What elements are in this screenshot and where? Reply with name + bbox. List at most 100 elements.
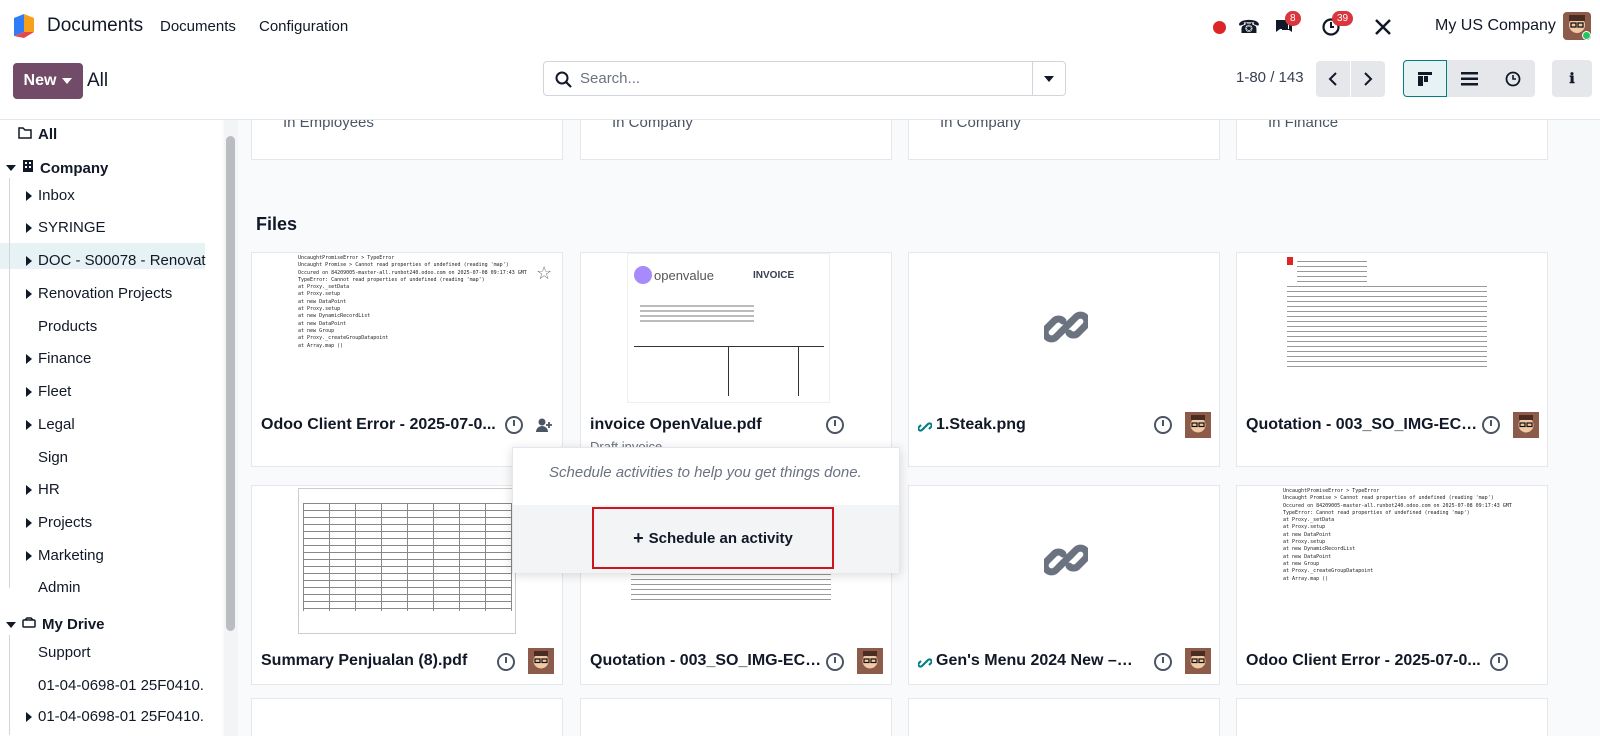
activity-clock-icon[interactable]: [826, 653, 844, 671]
file-card[interactable]: [1236, 698, 1548, 736]
file-thumbnail[interactable]: UncaughtPromiseError > TypeError Uncaught…: [252, 253, 562, 405]
user-avatar[interactable]: [1563, 12, 1591, 40]
app-name[interactable]: Documents: [47, 15, 143, 37]
sidebar-item[interactable]: Projects: [26, 514, 92, 531]
list-view-button[interactable]: [1447, 60, 1491, 97]
info-panel-button[interactable]: ℹ: [1552, 60, 1592, 97]
activity-clock-icon[interactable]: [1154, 653, 1172, 671]
chevron-right-icon[interactable]: [26, 484, 32, 495]
file-card[interactable]: Quotation - 003_SO_IMG-EC_...: [1236, 252, 1548, 467]
activity-view-button[interactable]: [1491, 60, 1535, 97]
chevron-right-icon[interactable]: [26, 419, 32, 430]
sidebar-item[interactable]: Support: [26, 644, 91, 661]
folder-card[interactable]: Roger Scott In Employees: [251, 120, 563, 160]
file-card[interactable]: UncaughtPromiseError > TypeError Uncaught…: [251, 252, 563, 467]
sidebar-item[interactable]: Finance: [26, 350, 91, 367]
sidebar-item[interactable]: HR: [26, 481, 60, 498]
sidebar-item[interactable]: SYRINGE: [26, 219, 106, 236]
menu-configuration[interactable]: Configuration: [259, 18, 348, 35]
sidebar-item[interactable]: 01-04-0698-01 25F0410.: [26, 677, 204, 694]
file-thumbnail[interactable]: [909, 486, 1219, 638]
owner-avatar[interactable]: [1513, 412, 1539, 438]
file-title[interactable]: Odoo Client Error - 2025-07-0...: [261, 416, 496, 434]
file-card[interactable]: 1.Steak.png: [908, 252, 1220, 467]
activity-clock-icon[interactable]: [505, 416, 523, 434]
sidebar-item[interactable]: DOC - S00078 - Renovat: [26, 252, 206, 269]
file-title[interactable]: Odoo Client Error - 2025-07-0...: [1246, 652, 1481, 670]
sidebar-item[interactable]: All: [6, 126, 57, 143]
file-thumbnail[interactable]: [1237, 253, 1547, 405]
sidebar-item[interactable]: Legal: [26, 416, 75, 433]
file-card[interactable]: Gen's Menu 2024 New – G...: [908, 485, 1220, 685]
chevron-right-icon[interactable]: [26, 190, 32, 201]
sidebar-item[interactable]: My Drive: [6, 616, 105, 633]
chevron-right-icon[interactable]: [26, 517, 32, 528]
folder-card[interactable]: Admin In Company: [908, 120, 1220, 160]
sidebar-item[interactable]: Products: [26, 318, 97, 335]
sidebar-item[interactable]: Sign: [26, 449, 68, 466]
chevron-right-icon[interactable]: [26, 353, 32, 364]
owner-avatar[interactable]: [1185, 412, 1211, 438]
file-card[interactable]: [251, 698, 563, 736]
file-card[interactable]: [580, 698, 892, 736]
file-thumbnail[interactable]: openvalue INVOICE: [581, 253, 891, 405]
search-bar[interactable]: Search...: [543, 61, 1066, 96]
pager-value[interactable]: 1-80 / 143: [1236, 69, 1304, 86]
activity-clock-icon[interactable]: [1154, 416, 1172, 434]
sidebar-item[interactable]: Admin: [26, 579, 81, 596]
favorite-star-icon[interactable]: ☆: [536, 263, 552, 284]
pager-next-button[interactable]: [1351, 61, 1385, 97]
chevron-down-icon[interactable]: [6, 165, 16, 171]
file-card[interactable]: [908, 698, 1220, 736]
sidebar-item[interactable]: Fleet: [26, 383, 71, 400]
activity-clock-icon[interactable]: [1490, 653, 1508, 671]
search-input[interactable]: Search...: [580, 70, 640, 87]
recording-indicator-icon[interactable]: [1208, 16, 1230, 38]
chevron-right-icon[interactable]: [26, 386, 32, 397]
file-title[interactable]: Summary Penjualan (8).pdf: [261, 652, 496, 670]
file-card[interactable]: openvalue INVOICE invoice OpenValue.pdfD…: [580, 252, 892, 467]
sidebar-item[interactable]: Marketing: [26, 547, 104, 564]
file-title[interactable]: 1.Steak.png: [936, 416, 1136, 434]
sidebar-item-label: Projects: [38, 514, 93, 531]
owner-avatar[interactable]: [1185, 648, 1211, 674]
owner-avatar[interactable]: [528, 648, 554, 674]
file-card[interactable]: UncaughtPromiseError > TypeError Uncaught…: [1236, 485, 1548, 685]
sidebar-scrollbar[interactable]: [224, 120, 238, 736]
file-title[interactable]: Quotation - 003_SO_IMG-EC_...: [590, 652, 825, 670]
messages-icon[interactable]: 8: [1273, 11, 1301, 38]
folder-card[interactable]: Social In Finance: [1236, 120, 1548, 160]
folder-card[interactable]: Products In Company: [580, 120, 892, 160]
sidebar-item[interactable]: 01-04-0698-01 25F0410.: [26, 708, 204, 725]
chevron-down-icon[interactable]: [6, 621, 16, 628]
file-title[interactable]: Quotation - 003_SO_IMG-EC_...: [1246, 416, 1481, 434]
activity-clock-icon[interactable]: [497, 653, 515, 671]
chevron-right-icon[interactable]: [26, 255, 32, 266]
chevron-right-icon[interactable]: [26, 711, 32, 722]
sidebar-item[interactable]: Renovation Projects: [26, 285, 172, 302]
activity-clock-icon[interactable]: [1482, 416, 1500, 434]
kanban-view-button[interactable]: [1403, 60, 1447, 97]
sidebar-item[interactable]: Company: [6, 159, 108, 177]
phone-icon[interactable]: ☎: [1238, 16, 1260, 38]
file-title[interactable]: invoice OpenValue.pdf: [590, 416, 825, 434]
documents-app-logo-icon[interactable]: [11, 12, 37, 38]
chevron-right-icon[interactable]: [26, 288, 32, 299]
chevron-right-icon[interactable]: [26, 222, 32, 233]
pager-previous-button[interactable]: [1316, 61, 1350, 97]
file-thumbnail[interactable]: UncaughtPromiseError > TypeError Uncaught…: [1237, 486, 1547, 638]
schedule-activity-button[interactable]: + Schedule an activity: [592, 507, 834, 569]
chevron-right-icon[interactable]: [26, 550, 32, 561]
activities-clock-icon[interactable]: 39: [1320, 11, 1354, 38]
search-options-toggle-icon[interactable]: [1044, 76, 1054, 82]
menu-documents[interactable]: Documents: [160, 18, 236, 35]
owner-avatar[interactable]: [857, 648, 883, 674]
file-title[interactable]: Gen's Menu 2024 New – G...: [936, 652, 1136, 670]
activity-clock-icon[interactable]: [826, 416, 844, 434]
new-button[interactable]: New: [13, 63, 83, 99]
tools-icon[interactable]: [1372, 16, 1394, 38]
add-follower-icon[interactable]: [535, 417, 553, 433]
sidebar-item[interactable]: Inbox: [26, 187, 75, 204]
company-switcher[interactable]: My US Company: [1435, 17, 1556, 35]
file-thumbnail[interactable]: [909, 253, 1219, 405]
